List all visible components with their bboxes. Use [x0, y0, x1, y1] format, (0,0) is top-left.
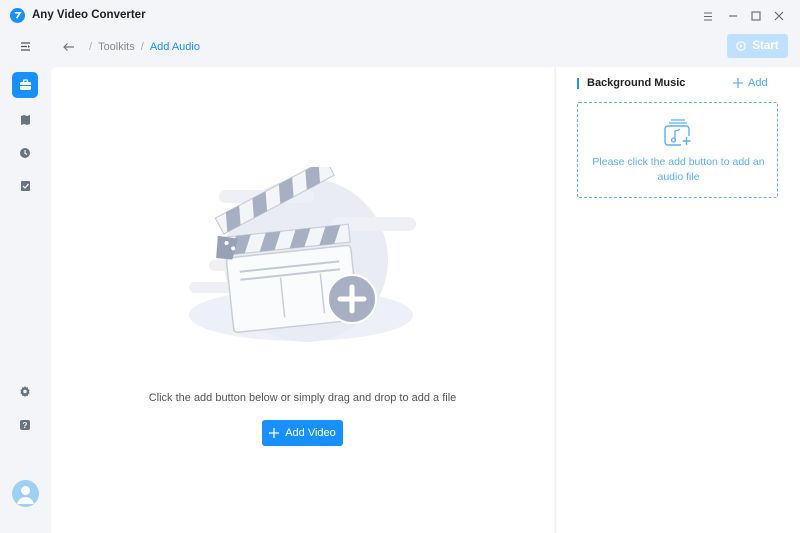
back-arrow-icon[interactable]: [62, 42, 75, 52]
plus-icon: [269, 428, 280, 438]
add-video-label: Add Video: [285, 427, 336, 439]
breadcrumb-current: Add Audio: [149, 41, 200, 53]
menu-icon[interactable]: [698, 6, 718, 26]
settings-icon[interactable]: [12, 378, 38, 404]
start-label: Start: [752, 40, 779, 52]
breadcrumb-separator: /: [140, 41, 144, 53]
collapse-sidebar-icon[interactable]: [12, 33, 38, 59]
title-bar: Any Video Converter: [0, 0, 800, 31]
add-audio-button[interactable]: Add: [733, 77, 768, 89]
help-icon[interactable]: ?: [12, 412, 38, 438]
add-video-button[interactable]: Add Video: [262, 420, 343, 446]
background-music-title: Background Music: [577, 78, 685, 89]
breadcrumb: / Toolkits / Add Audio: [62, 40, 200, 54]
start-button[interactable]: Start: [727, 34, 788, 58]
maximize-icon[interactable]: [746, 6, 766, 26]
app-logo-icon: [10, 8, 25, 23]
app-title: Any Video Converter: [32, 9, 146, 21]
breadcrumb-toolkits[interactable]: Toolkits: [98, 41, 135, 53]
minimize-icon[interactable]: [723, 6, 743, 26]
audio-empty-text: Please click the add button to add an au…: [592, 156, 765, 183]
add-audio-label: Add: [748, 77, 768, 89]
sidebar: ?: [0, 31, 50, 533]
library-icon[interactable]: [12, 106, 38, 132]
video-drop-area[interactable]: Click the add button below or simply dra…: [51, 67, 554, 533]
close-icon[interactable]: [769, 6, 789, 26]
breadcrumb-separator: /: [89, 41, 93, 53]
tasks-icon[interactable]: [12, 173, 38, 199]
history-icon[interactable]: [12, 140, 38, 166]
background-music-panel: Background Music Add Please click the ad…: [555, 67, 800, 533]
music-file-icon: [664, 119, 692, 147]
drop-hint: Click the add button below or simply dra…: [148, 392, 457, 404]
toolkits-icon[interactable]: [12, 72, 38, 98]
audio-drop-box[interactable]: Please click the add button to add an au…: [577, 102, 778, 198]
start-icon: [736, 41, 747, 51]
user-avatar[interactable]: [12, 480, 39, 507]
clapperboard-illustration: [189, 167, 416, 342]
plus-icon: [733, 78, 743, 88]
svg-text:?: ?: [23, 421, 28, 430]
